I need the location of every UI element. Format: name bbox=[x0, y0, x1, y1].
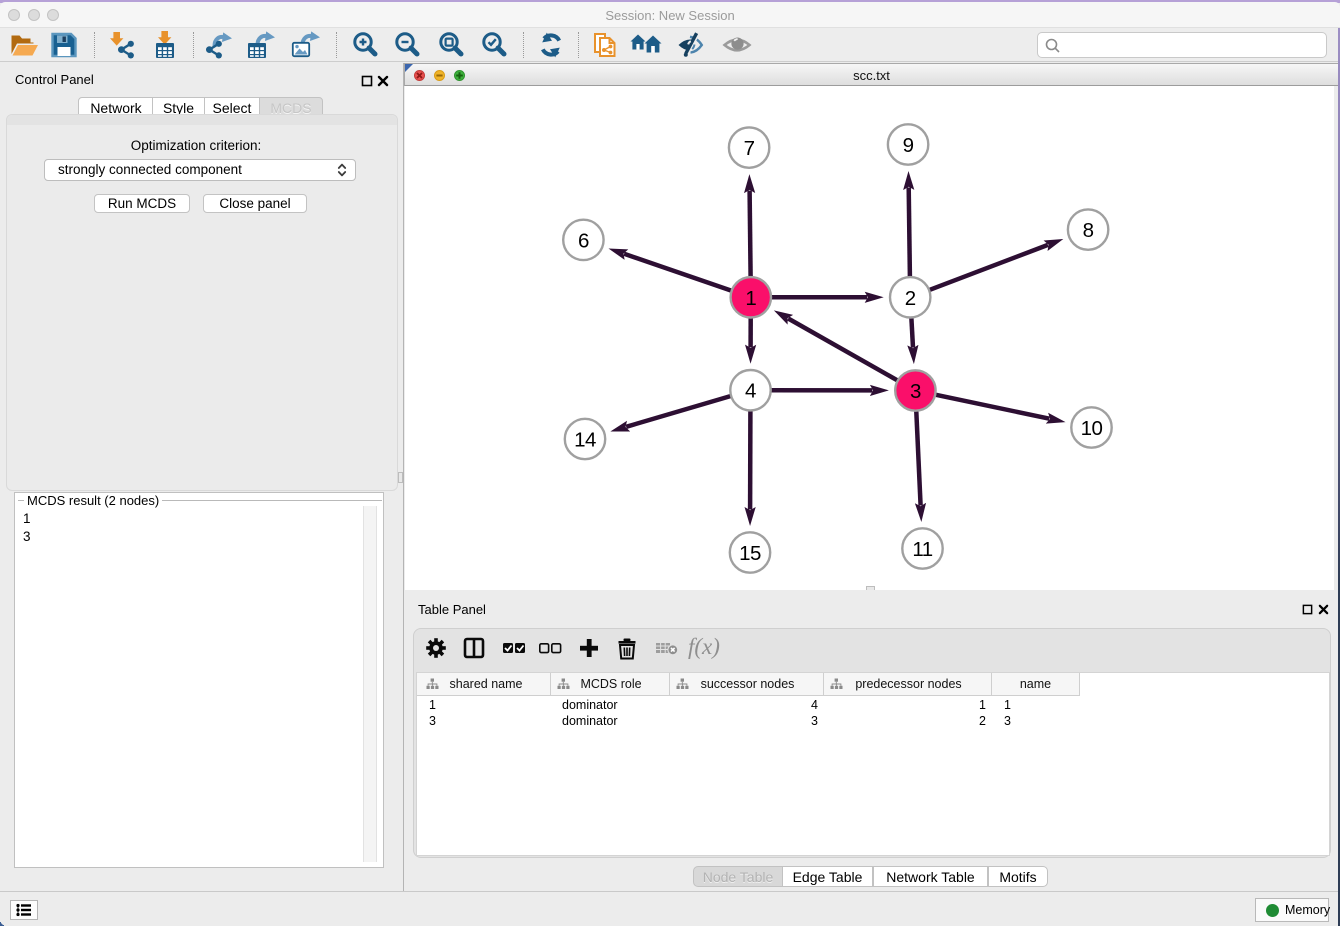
svg-text:6: 6 bbox=[578, 229, 589, 252]
svg-text:10: 10 bbox=[1081, 417, 1103, 440]
svg-text:3: 3 bbox=[910, 380, 921, 403]
svg-text:8: 8 bbox=[1083, 219, 1094, 242]
svg-text:4: 4 bbox=[745, 380, 756, 403]
svg-text:1: 1 bbox=[745, 287, 756, 310]
svg-text:2: 2 bbox=[905, 287, 916, 310]
svg-text:14: 14 bbox=[574, 429, 596, 452]
svg-text:11: 11 bbox=[912, 538, 932, 561]
svg-text:7: 7 bbox=[744, 137, 755, 160]
svg-text:15: 15 bbox=[739, 542, 761, 565]
svg-text:9: 9 bbox=[903, 134, 914, 157]
